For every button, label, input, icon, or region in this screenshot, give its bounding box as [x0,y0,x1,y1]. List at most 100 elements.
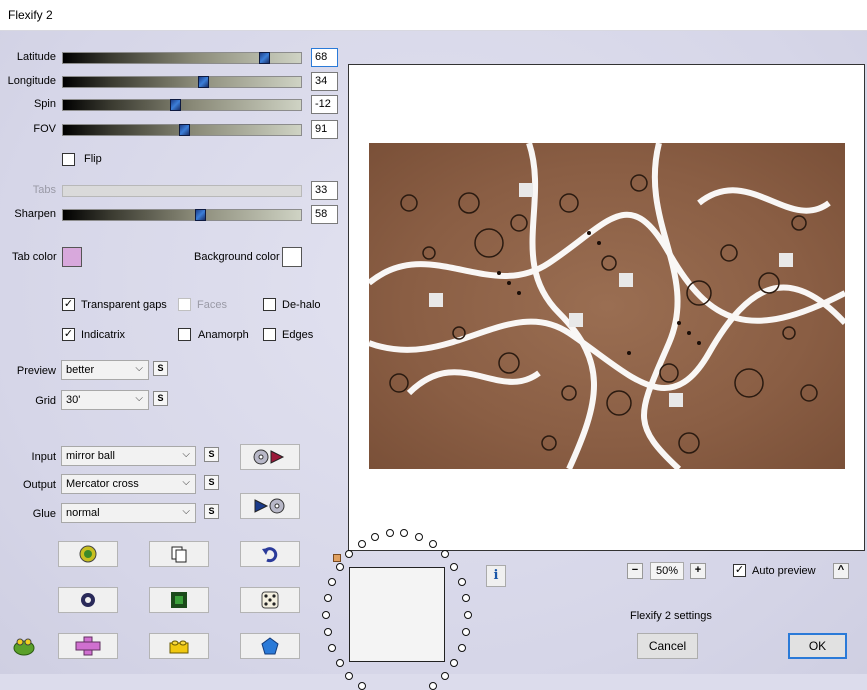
edges-checkbox[interactable] [263,328,276,341]
title-bar: Flexify 2 [0,0,867,31]
sharpen-slider[interactable] [62,209,302,221]
save-preset-button[interactable] [240,493,300,519]
fov-slider[interactable] [62,124,302,136]
longitude-value-field[interactable]: 34 [311,72,338,91]
navigator-dot[interactable] [464,611,472,619]
navigator-dot[interactable] [415,533,423,541]
navigator-dot[interactable] [458,644,466,652]
ok-button[interactable]: OK [788,633,847,659]
navigator-dot[interactable] [450,659,458,667]
chevron-down-icon: ⌵ [182,477,190,488]
navigator-dot[interactable] [336,659,344,667]
dice-icon [261,591,279,609]
square-frame-icon [171,592,187,608]
navigator-dot[interactable] [462,594,470,602]
spin-slider[interactable] [62,99,302,111]
glue-s-button[interactable]: S [204,504,219,519]
copy-button[interactable] [149,541,209,567]
chevron-down-icon: ⌵ [135,363,143,374]
grid-select[interactable]: 30' ⌵ [61,390,149,410]
de-halo-checkbox[interactable] [263,298,276,311]
navigator-dot[interactable] [328,578,336,586]
output-s-button[interactable]: S [204,475,219,490]
transparent-gaps-checkbox[interactable]: ✓ [62,298,75,311]
input-select[interactable]: mirror ball ⌵ [61,446,196,466]
anamorph-checkbox[interactable] [178,328,191,341]
tabs-value-field[interactable]: 33 [311,181,338,200]
indicatrix-checkbox[interactable]: ✓ [62,328,75,341]
navigator-dot[interactable] [429,540,437,548]
navigator-dot[interactable] [441,550,449,558]
collapse-button[interactable]: ^ [833,563,849,579]
sharpen-value-field[interactable]: 58 [311,205,338,224]
navigator-dot[interactable] [322,611,330,619]
navigator-thumbnail[interactable] [349,567,445,662]
navigator-dot[interactable] [441,672,449,680]
navigator-dot[interactable] [371,533,379,541]
zoom-out-button[interactable]: − [627,563,643,579]
preview-quality-select[interactable]: better ⌵ [61,360,149,380]
navigator-dot[interactable] [358,682,366,690]
preview-s-button[interactable]: S [153,361,168,376]
input-s-button[interactable]: S [204,447,219,462]
auto-preview-checkbox[interactable]: ✓ [733,564,746,577]
chevron-down-icon: ⌵ [182,449,190,460]
navigator-dot[interactable] [450,563,458,571]
glue-value: normal [66,507,100,519]
faces-checkbox[interactable] [178,298,191,311]
input-label: Input [31,451,56,463]
pentagon-button[interactable] [240,633,300,659]
navigator-dot[interactable] [458,578,466,586]
preview-pane[interactable] [348,64,865,551]
grid-s-button[interactable]: S [153,391,168,406]
frog-plugin-button[interactable] [58,541,118,567]
navigator-dot[interactable] [324,628,332,636]
tab-color-swatch[interactable] [62,247,82,267]
longitude-slider-thumb[interactable] [198,76,209,88]
navigator-dot[interactable] [324,594,332,602]
dice-button[interactable] [240,587,300,613]
navigator-dot[interactable] [462,628,470,636]
spin-slider-thumb[interactable] [170,99,181,111]
spin-label: Spin [33,98,56,110]
navigator-dot[interactable] [358,540,366,548]
tabs-slider[interactable] [62,185,302,197]
navigator-dot[interactable] [386,529,394,537]
cross-shape-button[interactable] [58,633,118,659]
square-frame-button[interactable] [149,587,209,613]
navigator-dot[interactable] [345,550,353,558]
sharpen-slider-thumb[interactable] [195,209,206,221]
zoom-in-button[interactable]: + [690,563,706,579]
latitude-slider[interactable] [62,52,302,64]
navigator-dot[interactable] [400,529,408,537]
sharpen-label: Sharpen [14,208,56,220]
info-button[interactable]: i [486,565,506,587]
glue-label: Glue [32,508,56,520]
undo-button[interactable] [240,541,300,567]
navigator-dot[interactable] [429,682,437,690]
latitude-value-field[interactable]: 68 [311,48,338,67]
latitude-label: Latitude [16,51,56,63]
cancel-button[interactable]: Cancel [637,633,698,659]
load-preset-button[interactable] [240,444,300,470]
undo-icon [262,547,278,563]
navigator-dot[interactable] [328,644,336,652]
latitude-slider-thumb[interactable] [259,52,270,64]
fov-value-field[interactable]: 91 [311,120,338,139]
output-select[interactable]: Mercator cross ⌵ [61,474,196,494]
flip-checkbox[interactable] [62,153,75,166]
plugin-logo-icon [12,635,36,660]
fov-slider-thumb[interactable] [179,124,190,136]
torus-button[interactable] [58,587,118,613]
torus-icon [81,593,95,607]
longitude-slider[interactable] [62,76,302,88]
navigator-dot[interactable] [345,672,353,680]
lego-brick-button[interactable] [149,633,209,659]
background-color-swatch[interactable] [282,247,302,267]
navigator-start-marker[interactable] [333,554,341,562]
spin-value-field[interactable]: -12 [311,95,338,114]
preview-quality-label: Preview [16,365,56,377]
navigator-dot[interactable] [336,563,344,571]
glue-select[interactable]: normal ⌵ [61,503,196,523]
chevron-down-icon: ⌵ [182,506,190,517]
